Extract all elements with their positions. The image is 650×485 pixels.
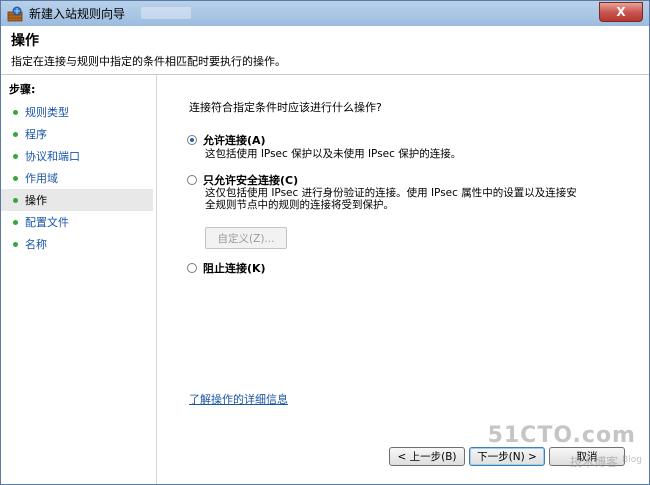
step-label: 配置文件 [25, 216, 69, 229]
allow-secure-description-line2: 全规则节点中的规则的连接将受到保护。 [205, 199, 394, 211]
bullet-icon [13, 175, 18, 181]
allow-secure-radio[interactable] [187, 175, 197, 185]
allow-secure-label[interactable]: 只允许安全连接(C) [203, 172, 298, 188]
allow-radio[interactable] [187, 135, 197, 145]
allow-label[interactable]: 允许连接(A) [203, 132, 266, 148]
step-protocol-ports[interactable]: 协议和端口 [1, 145, 153, 167]
step-label: 程序 [25, 128, 47, 141]
step-action[interactable]: 操作 [1, 189, 153, 211]
close-button[interactable]: X [599, 2, 643, 22]
allow-connection-option[interactable]: 允许连接(A) [187, 132, 266, 148]
block-radio[interactable] [187, 263, 197, 273]
wizard-header: 操作 指定在连接与规则中指定的条件相匹配时要执行的操作。 [1, 26, 649, 75]
steps-sidebar: 步骤: 规则类型 程序 协议和端口 作用域 操作 配置文件 名称 [1, 75, 157, 484]
allow-secure-option[interactable]: 只允许安全连接(C) [187, 172, 298, 188]
firewall-shield-icon [7, 6, 23, 22]
bullet-icon [13, 109, 18, 115]
step-profile[interactable]: 配置文件 [1, 211, 153, 233]
bullet-icon [13, 219, 18, 225]
next-button[interactable]: 下一步(N) > [469, 447, 545, 466]
bullet-icon [13, 131, 18, 137]
step-name[interactable]: 名称 [1, 233, 153, 255]
step-label: 作用域 [25, 172, 58, 185]
block-connection-option[interactable]: 阻止连接(K) [187, 260, 266, 276]
learn-more-link[interactable]: 了解操作的详细信息 [189, 391, 288, 407]
back-button[interactable]: < 上一步(B) [389, 447, 465, 466]
step-label: 规则类型 [25, 106, 69, 119]
step-scope[interactable]: 作用域 [1, 167, 153, 189]
page-description: 指定在连接与规则中指定的条件相匹配时要执行的操作。 [11, 55, 286, 68]
block-label[interactable]: 阻止连接(K) [203, 260, 266, 276]
steps-heading: 步骤: [9, 83, 36, 96]
step-label: 协议和端口 [25, 150, 80, 163]
window-title: 新建入站规则向导 [29, 7, 126, 21]
bullet-icon [13, 153, 18, 159]
title-blur [141, 7, 191, 19]
wizard-window: 新建入站规则向导 X 操作 指定在连接与规则中指定的条件相匹配时要执行的操作。 … [0, 0, 650, 485]
main-content: 连接符合指定条件时应该进行什么操作? 允许连接(A) 这包括使用 IPsec 保… [157, 75, 649, 484]
step-label: 名称 [25, 238, 47, 251]
action-question: 连接符合指定条件时应该进行什么操作? [189, 101, 382, 114]
step-rule-type[interactable]: 规则类型 [1, 101, 153, 123]
cancel-button[interactable]: 取消 [549, 447, 625, 466]
page-title: 操作 [11, 33, 39, 49]
step-label: 操作 [25, 194, 47, 207]
customize-button[interactable]: 自定义(Z)... [205, 227, 287, 249]
title-bar[interactable]: 新建入站规则向导 X [1, 1, 649, 26]
allow-description: 这包括使用 IPsec 保护以及未使用 IPsec 保护的连接。 [205, 148, 462, 160]
bullet-icon [13, 241, 18, 247]
step-program[interactable]: 程序 [1, 123, 153, 145]
bullet-icon [13, 197, 18, 203]
